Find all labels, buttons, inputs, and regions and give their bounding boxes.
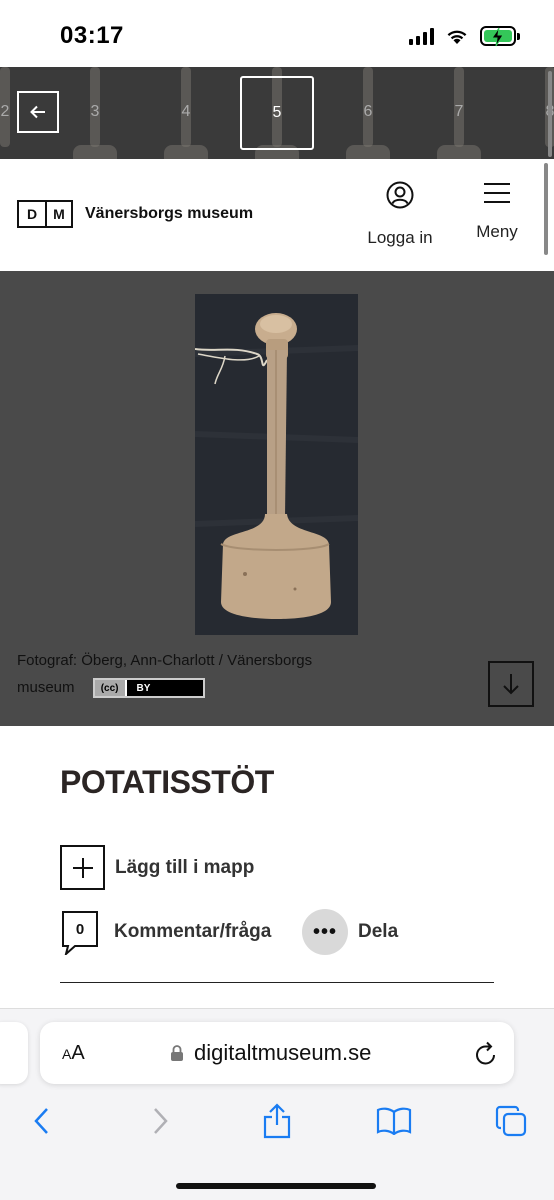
menu-label: Meny	[476, 222, 518, 241]
share-icon	[263, 1103, 291, 1139]
share-button[interactable]: ••• Dela	[302, 909, 398, 955]
credit-line-1: Fotograf: Öberg, Ann-Charlott / Vänersbo…	[17, 652, 313, 669]
status-bar: 03:17	[0, 0, 554, 67]
book-icon	[376, 1107, 412, 1135]
scrollbar[interactable]	[548, 71, 552, 157]
cellular-signal-icon	[409, 27, 434, 45]
arrow-left-icon	[30, 105, 45, 119]
login-button[interactable]: Logga in	[363, 181, 437, 248]
scrollbar[interactable]	[544, 163, 548, 255]
browser-forward-button[interactable]	[139, 1101, 183, 1141]
credit-line-2: museum	[17, 679, 75, 696]
photo-credit: Fotograf: Öberg, Ann-Charlott / Vänersbo…	[17, 647, 377, 701]
thumbnail-item[interactable]: 4	[146, 67, 226, 159]
status-icons	[409, 26, 520, 47]
text-size-button[interactable]: AA	[62, 1042, 85, 1065]
thumbnail-item[interactable]: 6	[328, 67, 408, 159]
plus-icon	[60, 845, 105, 890]
dm-logo-icon: DM	[17, 200, 73, 228]
comment-label: Kommentar/fråga	[114, 921, 272, 942]
arrow-down-icon	[503, 674, 519, 695]
museum-name: Vänersborgs museum	[85, 205, 254, 222]
object-photo[interactable]	[195, 294, 358, 635]
by-label: BY	[136, 682, 151, 694]
share-sheet-button[interactable]	[255, 1101, 299, 1141]
hamburger-menu-icon	[484, 183, 510, 203]
browser-toolbar	[0, 1101, 554, 1141]
previous-tab-preview[interactable]	[0, 1022, 28, 1084]
login-label: Logga in	[367, 228, 433, 247]
wifi-icon	[447, 30, 467, 44]
thumbnail-item[interactable]: 7	[419, 67, 499, 159]
address-bar[interactable]: AA digitaltmuseum.se	[40, 1022, 514, 1084]
object-title: POTATISSTÖT	[60, 764, 274, 800]
site-header: DM Vänersborgs museum Logga in Meny	[0, 159, 554, 271]
thumbnail-active-label: 5	[272, 104, 282, 121]
tabs-icon	[495, 1105, 527, 1137]
divider	[60, 982, 494, 983]
comment-button[interactable]: 0 Kommentar/fråga	[60, 909, 271, 955]
home-indicator[interactable]	[176, 1183, 376, 1189]
bookmarks-button[interactable]	[372, 1101, 416, 1141]
thumbnail-strip[interactable]: 2 3 4 6 7 8 5	[0, 67, 554, 159]
tabs-button[interactable]	[489, 1101, 533, 1141]
user-circle-icon	[386, 181, 414, 209]
battery-charging-icon	[480, 26, 520, 47]
url-display[interactable]: digitaltmuseum.se	[170, 1040, 371, 1066]
cc-icon: (cc)	[94, 680, 127, 697]
browser-chrome: AA digitaltmuseum.se	[0, 1008, 554, 1200]
lock-icon	[171, 1045, 183, 1061]
thumbnail-item[interactable]: 3	[55, 67, 135, 159]
download-button[interactable]	[488, 661, 534, 707]
browser-back-button[interactable]	[19, 1101, 63, 1141]
url-text: digitaltmuseum.se	[194, 1040, 372, 1065]
cc-by-license-badge[interactable]: (cc) BY	[92, 678, 205, 699]
object-details: POTATISSTÖT Lägg till i mapp 0 Kommentar…	[0, 726, 554, 1016]
reload-icon[interactable]	[474, 1040, 498, 1066]
back-button[interactable]	[17, 91, 59, 133]
image-viewer: Fotograf: Öberg, Ann-Charlott / Vänersbo…	[0, 271, 554, 726]
chevron-left-icon	[34, 1108, 48, 1134]
status-time: 03:17	[60, 22, 124, 49]
thumbnail-active[interactable]: 5	[240, 76, 314, 150]
share-label: Dela	[358, 921, 399, 942]
menu-button[interactable]: Meny	[468, 181, 526, 242]
comment-count: 0	[75, 920, 85, 938]
chevron-right-icon	[154, 1108, 168, 1134]
more-dots-icon: •••	[302, 909, 348, 955]
add-to-folder-label: Lägg till i mapp	[115, 856, 255, 878]
comment-bubble-icon: 0	[60, 909, 100, 955]
add-to-folder-button[interactable]: Lägg till i mapp	[60, 845, 254, 890]
site-logo[interactable]: DM Vänersborgs museum	[17, 200, 253, 228]
